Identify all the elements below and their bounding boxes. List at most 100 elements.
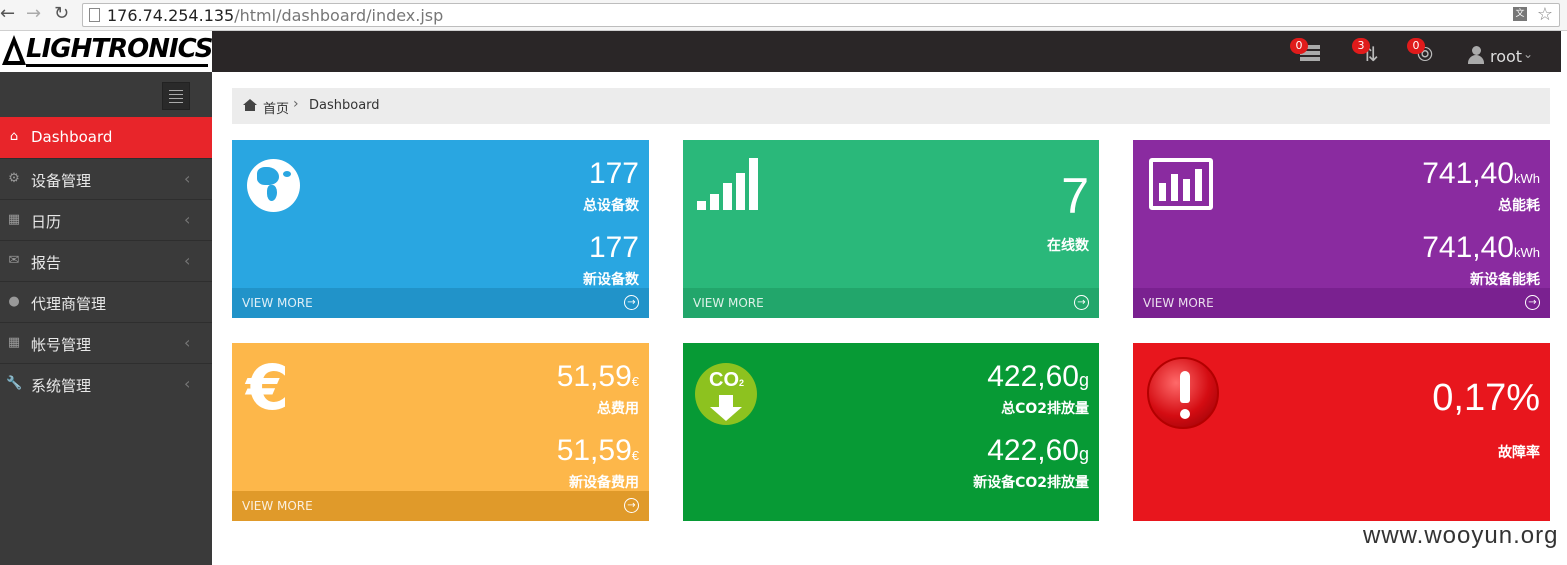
total-energy-label: 总能耗 bbox=[1498, 198, 1540, 214]
energy-unit: kWh bbox=[1514, 245, 1540, 260]
sync-notifications-button[interactable]: ⇅ 3 bbox=[1352, 31, 1392, 72]
view-more-label: VIEW MORE bbox=[1143, 296, 1214, 310]
arrow-circle-right-icon: → bbox=[624, 295, 639, 310]
bar-chart-icon bbox=[1149, 158, 1213, 210]
sitemap-icon: ▦ bbox=[7, 335, 21, 350]
globe-icon bbox=[247, 159, 300, 212]
page-icon bbox=[89, 8, 100, 22]
co2-tile: CO2 422,60g 总CO2排放量 422,60g 新设备CO2排放量 bbox=[683, 343, 1099, 521]
notification-badge: 0 bbox=[1407, 38, 1425, 54]
new-devices-value: 177 bbox=[588, 231, 639, 264]
chevron-left-icon: ‹ bbox=[184, 333, 191, 352]
sidebar-item-label: 日历 bbox=[31, 213, 62, 231]
view-more-link[interactable]: VIEW MORE → bbox=[232, 288, 649, 318]
energy-unit: kWh bbox=[1514, 171, 1540, 186]
new-energy-label: 新设备能耗 bbox=[1470, 272, 1540, 288]
new-co2-label: 新设备CO2排放量 bbox=[973, 475, 1089, 491]
chevron-left-icon: ‹ bbox=[184, 251, 191, 270]
chevron-left-icon: ‹ bbox=[184, 169, 191, 188]
co2-unit: g bbox=[1078, 444, 1089, 464]
chevron-left-icon: ‹ bbox=[184, 374, 191, 393]
total-devices-label: 总设备数 bbox=[583, 198, 639, 214]
sidebar-item-system-management[interactable]: 🔧 系统管理 ‹ bbox=[0, 363, 212, 404]
sidebar-item-label: 设备管理 bbox=[31, 172, 92, 190]
cost-tile: € 51,59€ 总费用 51,59€ 新设备费用 VIEW MORE → bbox=[232, 343, 649, 521]
total-energy-number: 741,40 bbox=[1422, 157, 1514, 190]
breadcrumb-home[interactable]: 首页 bbox=[263, 98, 289, 117]
total-co2-number: 422,60 bbox=[987, 360, 1079, 393]
brand-logo[interactable]: LIGHTRONICS bbox=[0, 31, 214, 72]
sidebar-item-agent-management[interactable]: ● 代理商管理 bbox=[0, 281, 212, 322]
sidebar-item-dashboard[interactable]: ⌂ Dashboard bbox=[0, 117, 212, 158]
server-notifications-button[interactable]: 0 bbox=[1290, 31, 1330, 72]
arrow-circle-right-icon: → bbox=[1525, 295, 1540, 310]
back-icon[interactable]: ← bbox=[0, 3, 15, 25]
failure-rate-value: 0,17% bbox=[1432, 377, 1540, 419]
exclamation-alert-icon bbox=[1147, 357, 1219, 429]
bookmark-star-icon[interactable]: ☆ bbox=[1537, 4, 1553, 25]
cost-unit: € bbox=[631, 374, 639, 389]
forward-icon[interactable]: → bbox=[26, 3, 41, 25]
upload-notifications-button[interactable]: ⦾ 0 bbox=[1407, 31, 1447, 72]
co2-icon-subscript: 2 bbox=[739, 378, 745, 388]
envelope-icon: ✉ bbox=[8, 253, 20, 268]
breadcrumb: 首页 › Dashboard bbox=[232, 88, 1550, 124]
user-icon bbox=[1468, 46, 1484, 64]
home-icon[interactable] bbox=[243, 99, 257, 111]
sidebar-toggle-button[interactable] bbox=[162, 82, 190, 110]
new-co2-value: 422,60g bbox=[987, 435, 1089, 470]
sidebar-item-account-management[interactable]: ▦ 帐号管理 ‹ bbox=[0, 322, 212, 363]
sidebar-item-label: 报告 bbox=[31, 254, 62, 272]
arrow-circle-right-icon: → bbox=[1074, 295, 1089, 310]
sidebar-item-calendar[interactable]: ▦ 日历 ‹ bbox=[0, 199, 212, 240]
total-devices-value: 177 bbox=[588, 157, 639, 190]
url-path: /html/dashboard/index.jsp bbox=[234, 6, 444, 25]
chevron-down-icon: ⌄ bbox=[1523, 47, 1534, 61]
notification-badge: 0 bbox=[1290, 38, 1308, 54]
view-more-label: VIEW MORE bbox=[693, 296, 764, 310]
view-more-label: VIEW MORE bbox=[242, 499, 313, 513]
failure-rate-tile: 0,17% 故障率 bbox=[1133, 343, 1550, 521]
breadcrumb-current: Dashboard bbox=[309, 98, 380, 113]
view-more-link[interactable]: VIEW MORE → bbox=[232, 491, 649, 521]
view-more-link[interactable]: VIEW MORE → bbox=[1133, 288, 1550, 318]
reload-icon[interactable]: ↻ bbox=[54, 3, 69, 25]
devices-tile: 177 总设备数 177 新设备数 VIEW MORE → bbox=[232, 140, 649, 318]
online-count-value: 7 bbox=[1061, 168, 1089, 224]
users-icon: ● bbox=[8, 294, 20, 309]
table-icon: ▦ bbox=[7, 212, 21, 227]
logo-text: LIGHTRONICS bbox=[26, 34, 214, 64]
total-cost-number: 51,59 bbox=[556, 360, 632, 393]
new-energy-value: 741,40kWh bbox=[1422, 232, 1540, 269]
new-devices-label: 新设备数 bbox=[583, 272, 639, 288]
home-icon: ⌂ bbox=[9, 129, 19, 144]
sidebar-item-label: 代理商管理 bbox=[31, 295, 107, 313]
co2-icon-letters: CO bbox=[709, 369, 739, 391]
sidebar-item-device-management[interactable]: ⚙ 设备管理 ‹ bbox=[0, 158, 212, 199]
online-count-label: 在线数 bbox=[1047, 238, 1089, 254]
energy-tile: 741,40kWh 总能耗 741,40kWh 新设备能耗 VIEW MORE … bbox=[1133, 140, 1550, 318]
sidebar-item-report[interactable]: ✉ 报告 ‹ bbox=[0, 240, 212, 281]
view-more-link[interactable]: VIEW MORE → bbox=[683, 288, 1099, 318]
address-bar[interactable]: 176.74.254.135/html/dashboard/index.jsp … bbox=[82, 3, 1560, 27]
url-host: 176.74.254.135 bbox=[107, 6, 235, 25]
wrench-icon: 🔧 bbox=[6, 376, 23, 391]
watermark-text: www.wooyun.org bbox=[1363, 522, 1559, 549]
total-cost-value: 51,59€ bbox=[557, 361, 639, 398]
co2-down-icon: CO2 bbox=[695, 363, 757, 425]
chevron-right-icon: › bbox=[293, 96, 299, 112]
cost-unit: € bbox=[631, 448, 639, 463]
sidebar-item-label: 系统管理 bbox=[31, 377, 92, 395]
chevron-left-icon: ‹ bbox=[184, 210, 191, 229]
online-tile: 7 在线数 VIEW MORE → bbox=[683, 140, 1099, 318]
view-more-label: VIEW MORE bbox=[242, 296, 313, 310]
total-cost-label: 总费用 bbox=[597, 401, 639, 417]
co2-icon-text: CO2 bbox=[709, 369, 744, 392]
total-co2-label: 总CO2排放量 bbox=[1001, 401, 1089, 417]
co2-unit: g bbox=[1078, 370, 1089, 390]
new-cost-number: 51,59 bbox=[556, 434, 632, 467]
new-cost-label: 新设备费用 bbox=[569, 475, 639, 491]
address-text[interactable]: 176.74.254.135/html/dashboard/index.jsp bbox=[107, 6, 443, 25]
translate-icon[interactable]: 文 bbox=[1513, 7, 1527, 21]
sidebar-item-label: Dashboard bbox=[31, 128, 113, 146]
